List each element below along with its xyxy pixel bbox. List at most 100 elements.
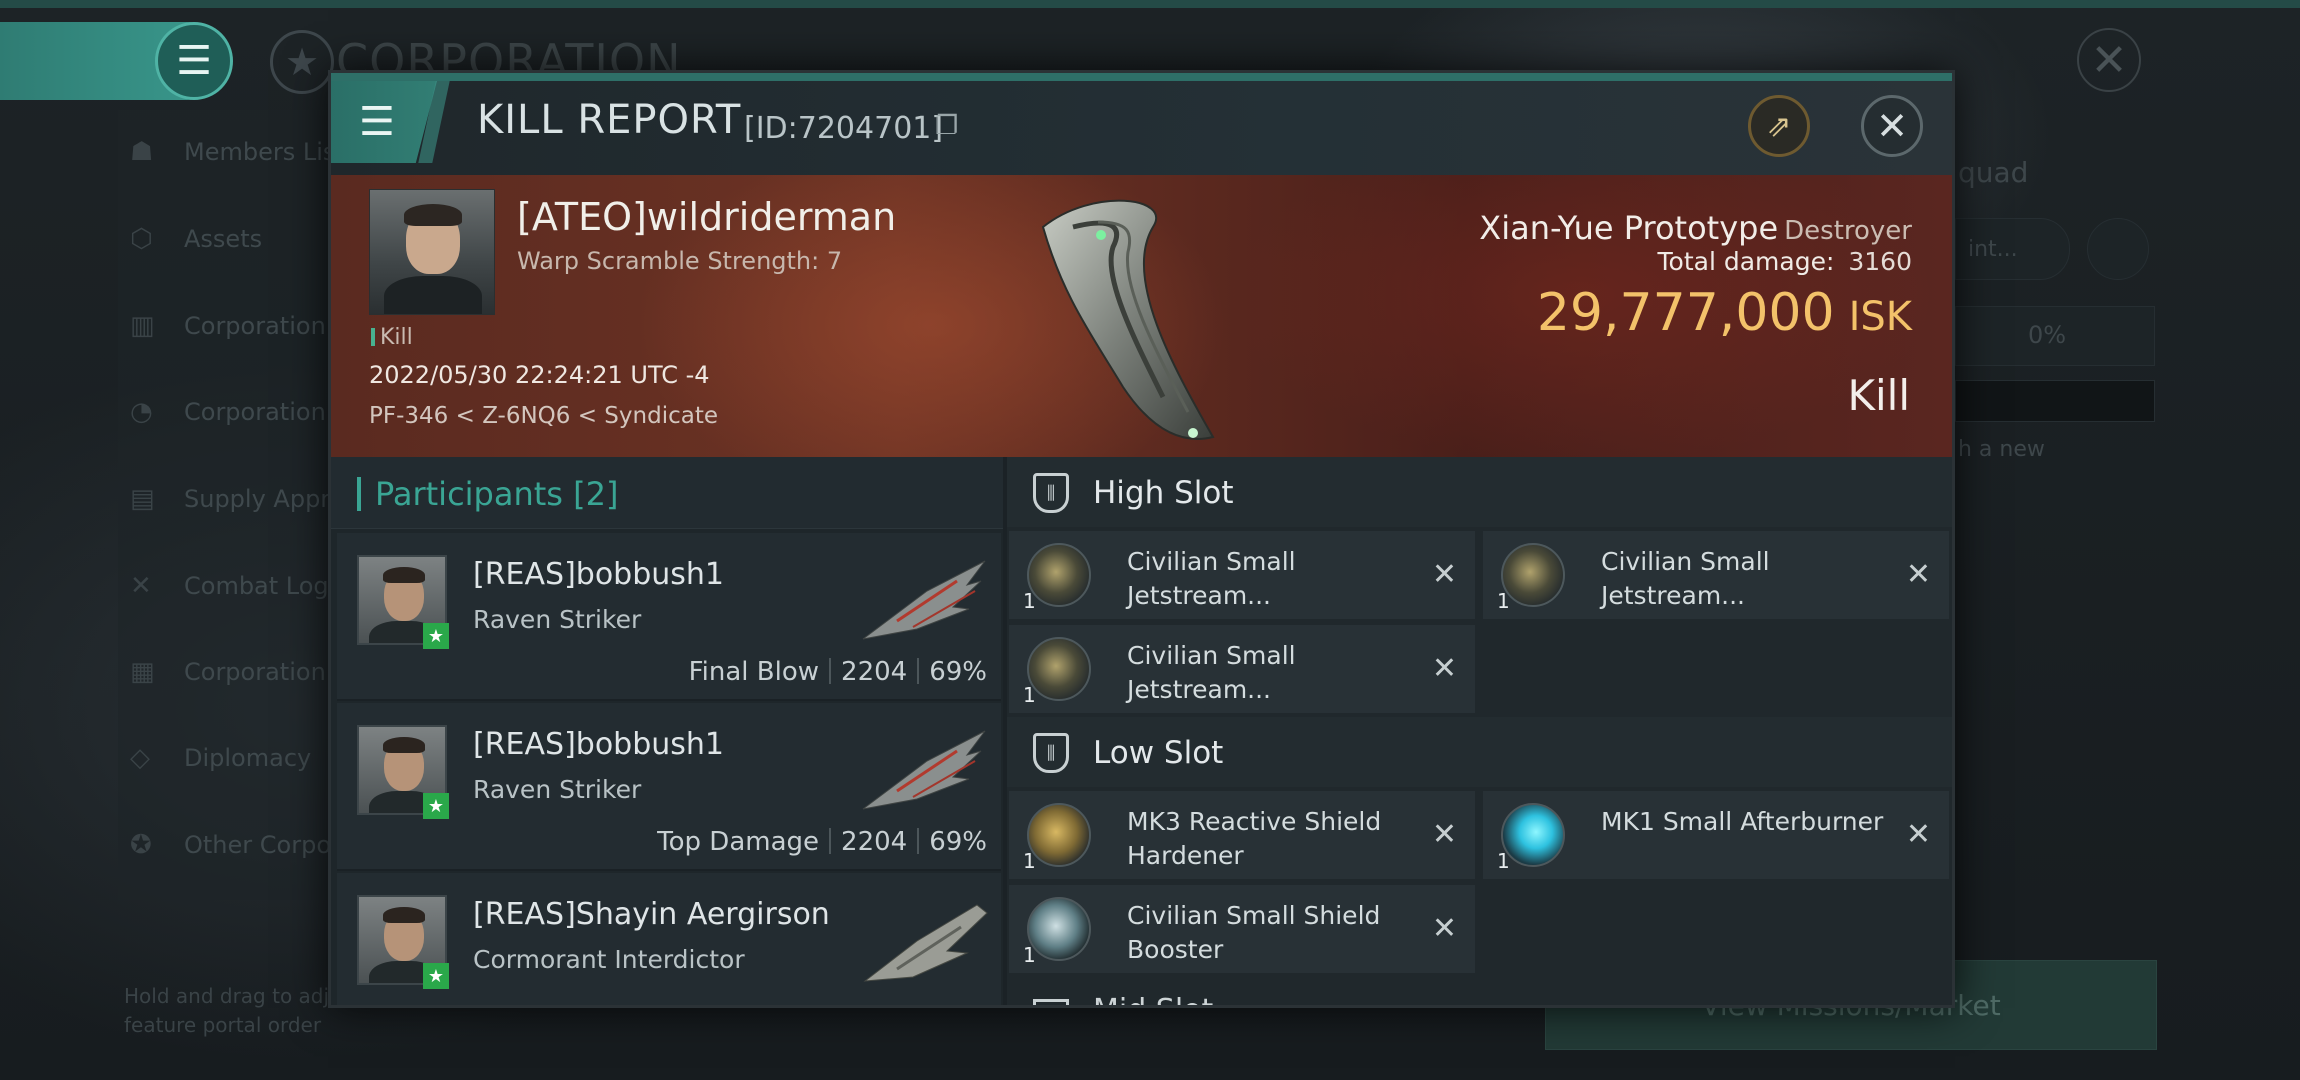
sidebar-item-label: Corporation [184, 398, 326, 426]
mid-slot-icon [1033, 999, 1069, 1005]
kill-location: PF-346 < Z-6NQ6 < Syndicate [369, 403, 718, 429]
kill-tag-label: Kill [380, 325, 413, 350]
ship-name[interactable]: Xian-Yue Prototype [1479, 209, 1778, 247]
participant-row[interactable]: ★ [REAS]bobbush1 Raven Striker Top Damag… [337, 703, 1001, 871]
dialog-close-button[interactable]: ✕ [1861, 95, 1923, 157]
participants-label: Participants [375, 475, 563, 513]
module-name: MK3 Reactive Shield Hardener [1127, 807, 1382, 870]
stat-separator [917, 658, 920, 684]
participant-stats: Final Blow 2204 69% [689, 657, 987, 687]
background-new-text: h a new [1958, 437, 2045, 462]
diplomacy-icon: ◇ [130, 743, 150, 773]
module-name: Civilian Small Jetstream... [1127, 547, 1296, 610]
participant-percent: 69% [929, 827, 987, 857]
isk-value: 29,777,000 [1536, 283, 1835, 343]
jetstream-icon [1501, 543, 1565, 607]
sidebar-item-members[interactable]: ☗ Members List [130, 132, 345, 172]
high-slot-icon: ⫼ [1033, 473, 1069, 513]
high-slot-label: High Slot [1093, 475, 1234, 511]
background-external-button[interactable] [2087, 218, 2149, 280]
participant-name[interactable]: [REAS]bobbush1 [473, 727, 724, 762]
hamburger-icon: ☰ [176, 38, 212, 84]
mid-slot-header: Mid Slot [1007, 993, 1952, 1005]
stat-separator [829, 828, 832, 854]
module-name: Civilian Small Jetstream... [1127, 641, 1296, 704]
total-damage-label: Total damage: [1657, 247, 1835, 276]
participants-panel: Participants [2] ★ [REAS]bobbush1 Raven … [331, 457, 1003, 1005]
copy-id-icon[interactable]: ❐ [935, 111, 958, 141]
afterburner-icon [1501, 803, 1565, 867]
module-quantity: 1 [1023, 849, 1036, 873]
dialog-title: KILL REPORT [477, 97, 742, 143]
destroyed-x-icon: ✕ [1431, 651, 1457, 686]
share-button[interactable]: ⇗ [1748, 95, 1810, 157]
fittings-panel: ⫼ High Slot 1 Civilian Small Jetstream..… [1007, 457, 1952, 1005]
assets-icon: ⬡ [130, 224, 153, 254]
sidebar-item-label: Corporation [184, 312, 326, 340]
participant-ship-image [863, 904, 988, 982]
kill-timestamp: 2022/05/30 22:24:21 UTC -4 [369, 361, 710, 389]
background-int-button[interactable]: int... [1955, 218, 2070, 280]
module-quantity: 1 [1023, 943, 1036, 967]
sidebar-item-diplomacy[interactable]: ◇ Diplomacy [130, 738, 311, 778]
module-card[interactable]: 1 MK3 Reactive Shield Hardener ✕ [1009, 791, 1475, 879]
participant-name[interactable]: [REAS]Shayin Aergirson [473, 897, 830, 932]
module-card[interactable]: 1 Civilian Small Jetstream... ✕ [1483, 531, 1949, 619]
total-damage-value: 3160 [1848, 247, 1912, 276]
destroyed-x-icon: ✕ [1905, 557, 1931, 592]
sidebar-item-label: Combat Log [184, 572, 329, 600]
sidebar-item-corporation-pie[interactable]: ◔ Corporation [130, 392, 326, 432]
corporation-emblem-icon: ★ [270, 30, 334, 94]
jetstream-icon [1027, 637, 1091, 701]
victim-name[interactable]: [ATEO]wildriderman [517, 195, 896, 239]
sidebar-item-other-corp[interactable]: ✪ Other Corpor [130, 825, 341, 865]
dialog-accent-bar [331, 73, 1952, 81]
destroyed-x-icon: ✕ [1431, 911, 1457, 946]
sidebar-item-label: Diplomacy [184, 744, 312, 772]
participant-row[interactable]: ★ [REAS]bobbush1 Raven Striker Final Blo… [337, 533, 1001, 701]
participant-row[interactable]: ★ [REAS]Shayin Aergirson Cormorant Inter… [337, 873, 1001, 1005]
sidebar-item-assets[interactable]: ⬡ Assets [130, 219, 262, 259]
sidebar-item-corporation-chart[interactable]: ▥ Corporation [130, 306, 326, 346]
sidebar-item-combat-log[interactable]: ✕ Combat Log [130, 566, 329, 606]
participant-ship-image [862, 730, 986, 810]
module-card[interactable]: 1 Civilian Small Jetstream... ✕ [1009, 531, 1475, 619]
module-card[interactable]: 1 MK1 Small Afterburner ✕ [1483, 791, 1949, 879]
sidebar-item-corporation-doc[interactable]: ▦ Corporation [130, 652, 326, 692]
background-percent: 0% [2028, 321, 2067, 349]
star-icon: ★ [423, 793, 449, 819]
background-dark-bar [1955, 380, 2155, 422]
kill-tag: Kill [371, 325, 413, 350]
participant-damage: 2204 [841, 657, 908, 687]
corporation-doc-icon: ▦ [130, 657, 155, 687]
mid-slot-label: Mid Slot [1093, 993, 1213, 1005]
sidebar-item-supply[interactable]: ▤ Supply Appro [130, 479, 344, 519]
sidebar-item-label: Corporation [184, 658, 326, 686]
sidebar-item-label: Other Corpor [184, 831, 341, 859]
kill-tag-bar [371, 328, 375, 346]
top-accent-line [0, 0, 2300, 8]
main-menu-button[interactable]: ☰ [155, 22, 233, 100]
participant-stats: Top Damage 2204 69% [657, 827, 987, 857]
module-card[interactable]: 1 Civilian Small Jetstream... ✕ [1009, 625, 1475, 713]
sidebar-item-label: Supply Appro [184, 485, 345, 513]
victim-banner: [ATEO]wildriderman Warp Scramble Strengt… [331, 175, 1952, 457]
destroyed-ship-image [1041, 199, 1215, 440]
background-squad-text: quad [1958, 156, 2029, 189]
external-link-icon: ⇗ [1766, 108, 1792, 144]
members-icon: ☗ [130, 137, 154, 167]
jetstream-icon [1027, 543, 1091, 607]
low-slot-label: Low Slot [1093, 735, 1224, 771]
participant-role: Top Damage [657, 827, 820, 857]
background-close-button[interactable]: ✕ [2077, 28, 2141, 92]
victim-portrait[interactable] [369, 189, 495, 315]
participant-damage: 2204 [841, 827, 908, 857]
isk-unit: ISK [1848, 294, 1912, 340]
participant-name[interactable]: [REAS]bobbush1 [473, 557, 724, 592]
low-slot-header: ⫼ Low Slot [1007, 717, 1952, 787]
low-slot-icon: ⫼ [1033, 733, 1069, 773]
participant-ship: Cormorant Interdictor [473, 945, 745, 974]
module-card[interactable]: 1 Civilian Small Shield Booster ✕ [1009, 885, 1475, 973]
other-corp-icon: ✪ [130, 830, 152, 860]
module-name: MK1 Small Afterburner [1601, 807, 1884, 836]
